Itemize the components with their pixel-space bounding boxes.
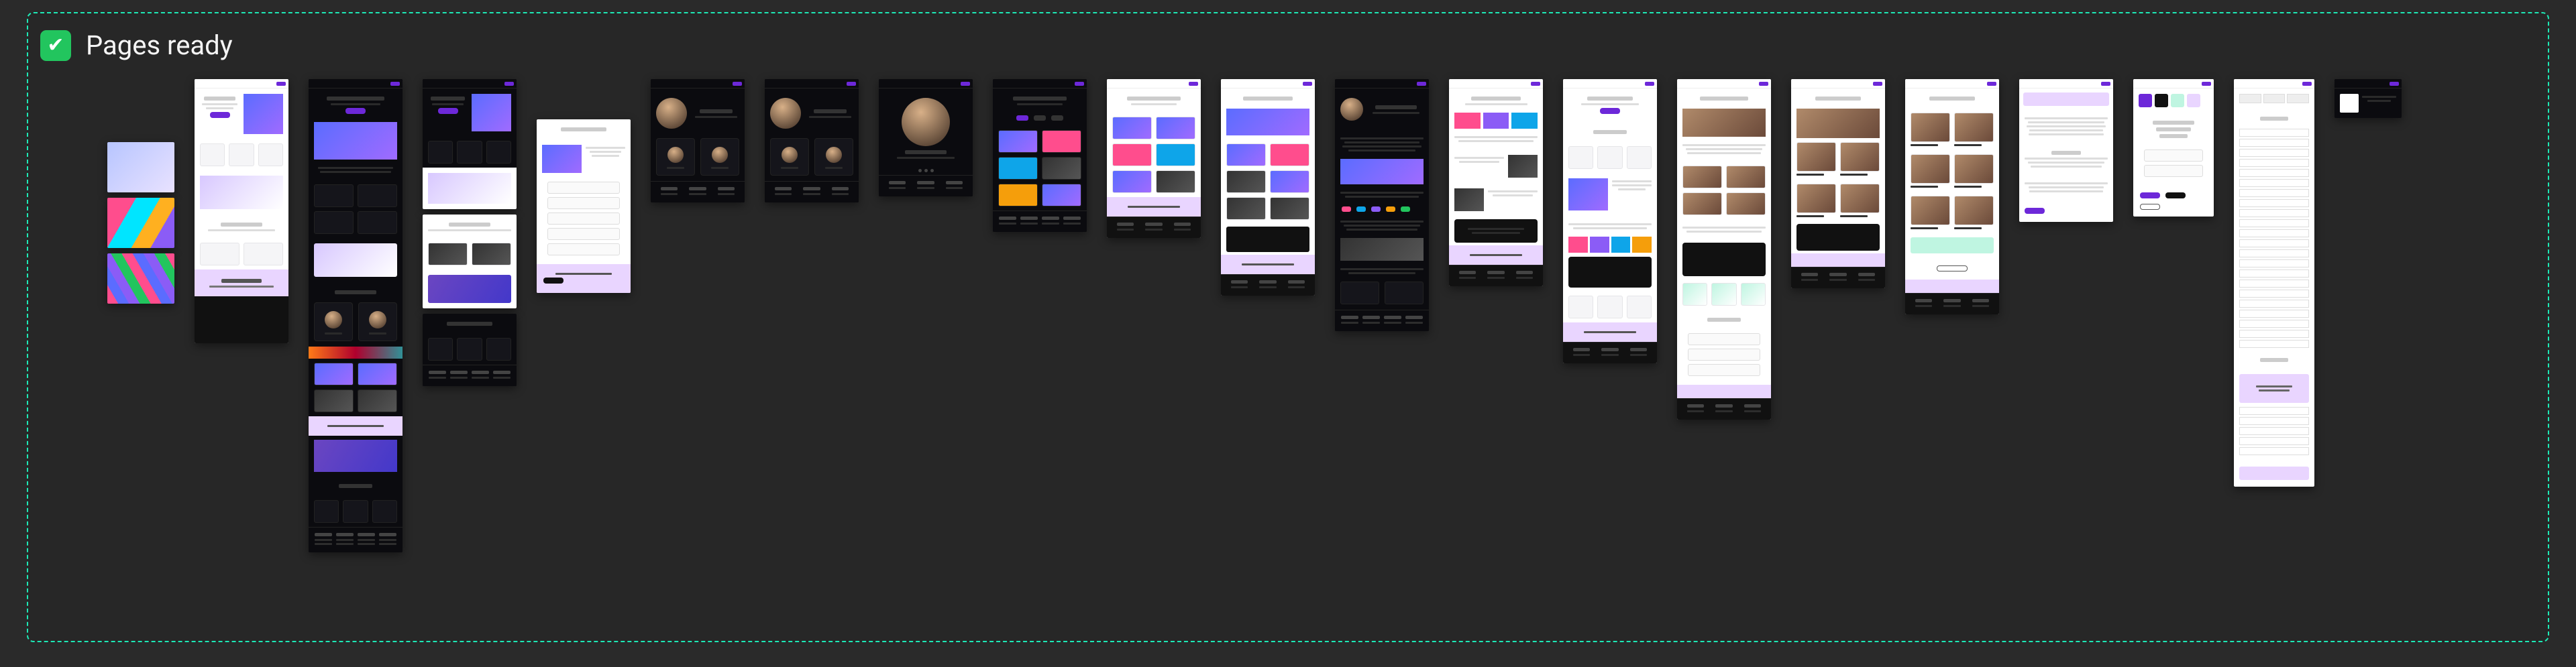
artboard-journal-b[interactable] [1791,79,1885,288]
artboard-work-light[interactable] [1107,79,1201,238]
artboard-columns [107,79,2402,552]
artboard-profile-hero[interactable] [879,79,973,196]
artboard-journal-c[interactable] [1905,79,1999,314]
artboard-isometric-mixed[interactable] [423,79,517,386]
artboard-blog-light[interactable] [1221,79,1315,296]
artboard-about-light[interactable] [2019,79,2113,222]
artboard-casestudy-dark[interactable] [1335,79,1429,331]
artboard-pricing-light-a[interactable] [1449,79,1543,286]
check-icon: ✔ [40,30,71,61]
artboard-landing-white[interactable] [195,79,288,343]
artboard-assets-stack[interactable] [107,142,174,304]
artboard-team-dark-a[interactable] [651,79,745,202]
artboard-pricing-light-b[interactable] [1563,79,1657,363]
group-header: ✔ Pages ready [40,29,233,61]
artboard-team-dark-b[interactable] [765,79,859,202]
artboard-styleguide[interactable] [2133,79,2214,217]
artboard-journal-a[interactable] [1677,79,1771,420]
artboard-landing-dark-xl[interactable] [309,79,402,552]
group-title: Pages ready [86,29,233,61]
artboard-features-light[interactable] [537,119,631,293]
artboard-work-dark[interactable] [993,79,1087,232]
artboard-component-sheet[interactable] [2234,79,2314,487]
figma-canvas[interactable]: ✔ Pages ready [0,0,2576,667]
artboard-small-card[interactable] [2334,79,2402,118]
